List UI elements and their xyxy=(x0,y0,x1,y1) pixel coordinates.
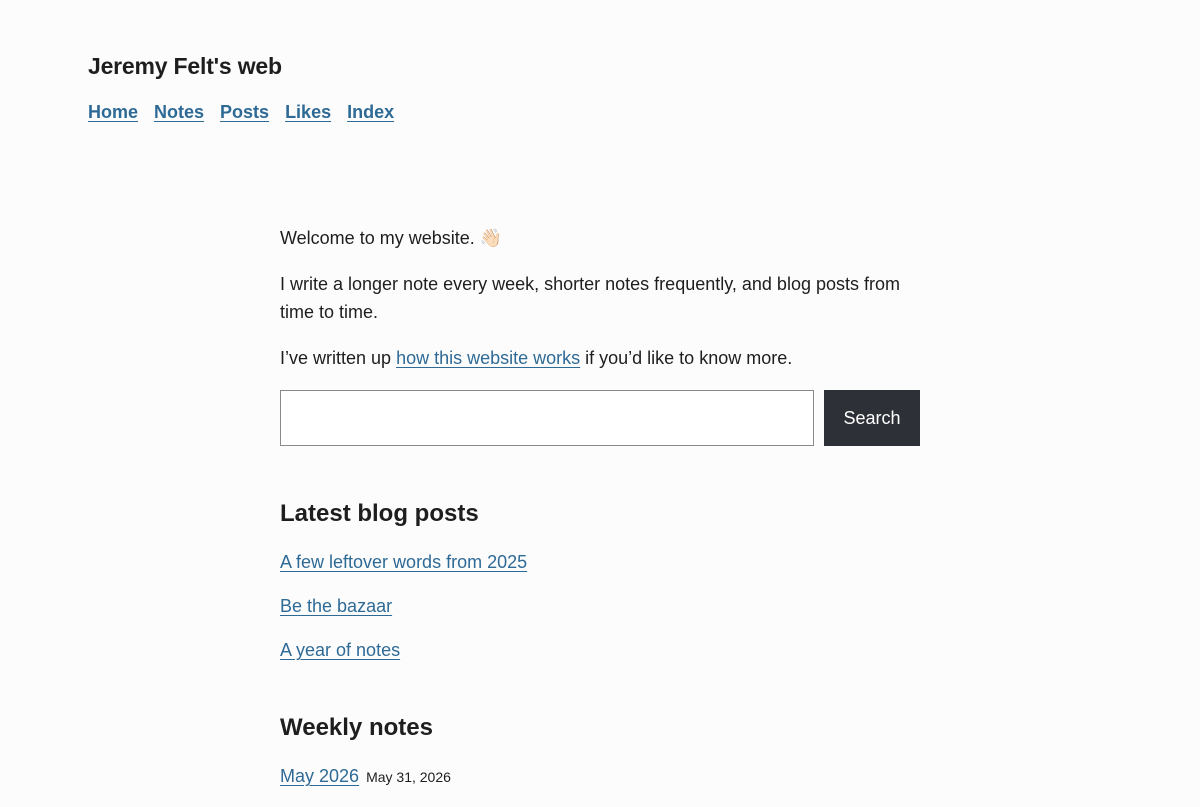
how-it-works-prefix: I’ve written up xyxy=(280,348,397,368)
list-item: May 2026 May 31, 2026 xyxy=(280,762,920,791)
nav-notes-link[interactable]: Notes xyxy=(154,102,204,123)
waving-hand-icon: 👋🏻 xyxy=(479,228,503,248)
welcome-paragraph: Welcome to my website. 👋🏻 xyxy=(280,224,920,252)
nav-likes-link[interactable]: Likes xyxy=(285,102,331,123)
post-link[interactable]: A few leftover words from 2025 xyxy=(280,552,527,572)
list-item: A few leftover words from 2025 xyxy=(280,548,920,576)
how-it-works-suffix: if you’d like to know more. xyxy=(580,348,793,368)
site-title: Jeremy Felt's web xyxy=(88,53,282,79)
post-link[interactable]: A year of notes xyxy=(280,640,400,660)
main-content: Welcome to my website. 👋🏻 I write a long… xyxy=(280,224,920,807)
note-date: May 31, 2026 xyxy=(366,769,451,785)
weekly-notes-heading: Weekly notes xyxy=(280,714,433,741)
nav-index-link[interactable]: Index xyxy=(347,102,394,123)
weekly-notes-list: May 2026 May 31, 2026 xyxy=(280,762,920,791)
search-form: Search xyxy=(280,390,920,446)
main-nav: Home Notes Posts Likes Index xyxy=(88,102,394,123)
list-item: Be the bazaar xyxy=(280,592,920,620)
latest-posts-list: A few leftover words from 2025 Be the ba… xyxy=(280,548,920,664)
post-link[interactable]: Be the bazaar xyxy=(280,596,392,616)
nav-posts-link[interactable]: Posts xyxy=(220,102,269,123)
search-input[interactable] xyxy=(280,390,814,446)
how-it-works-paragraph: I’ve written up how this website works i… xyxy=(280,344,920,372)
list-item: A year of notes xyxy=(280,636,920,664)
site-header: Jeremy Felt's web Home Notes Posts Likes… xyxy=(88,50,394,123)
nav-home-link[interactable]: Home xyxy=(88,102,138,123)
note-link[interactable]: May 2026 xyxy=(280,766,359,786)
latest-posts-heading: Latest blog posts xyxy=(280,500,479,527)
how-it-works-link[interactable]: how this website works xyxy=(396,348,580,368)
search-button[interactable]: Search xyxy=(824,390,920,446)
welcome-text: Welcome to my website. xyxy=(280,228,475,248)
intro-paragraph: I write a longer note every week, shorte… xyxy=(280,274,900,322)
